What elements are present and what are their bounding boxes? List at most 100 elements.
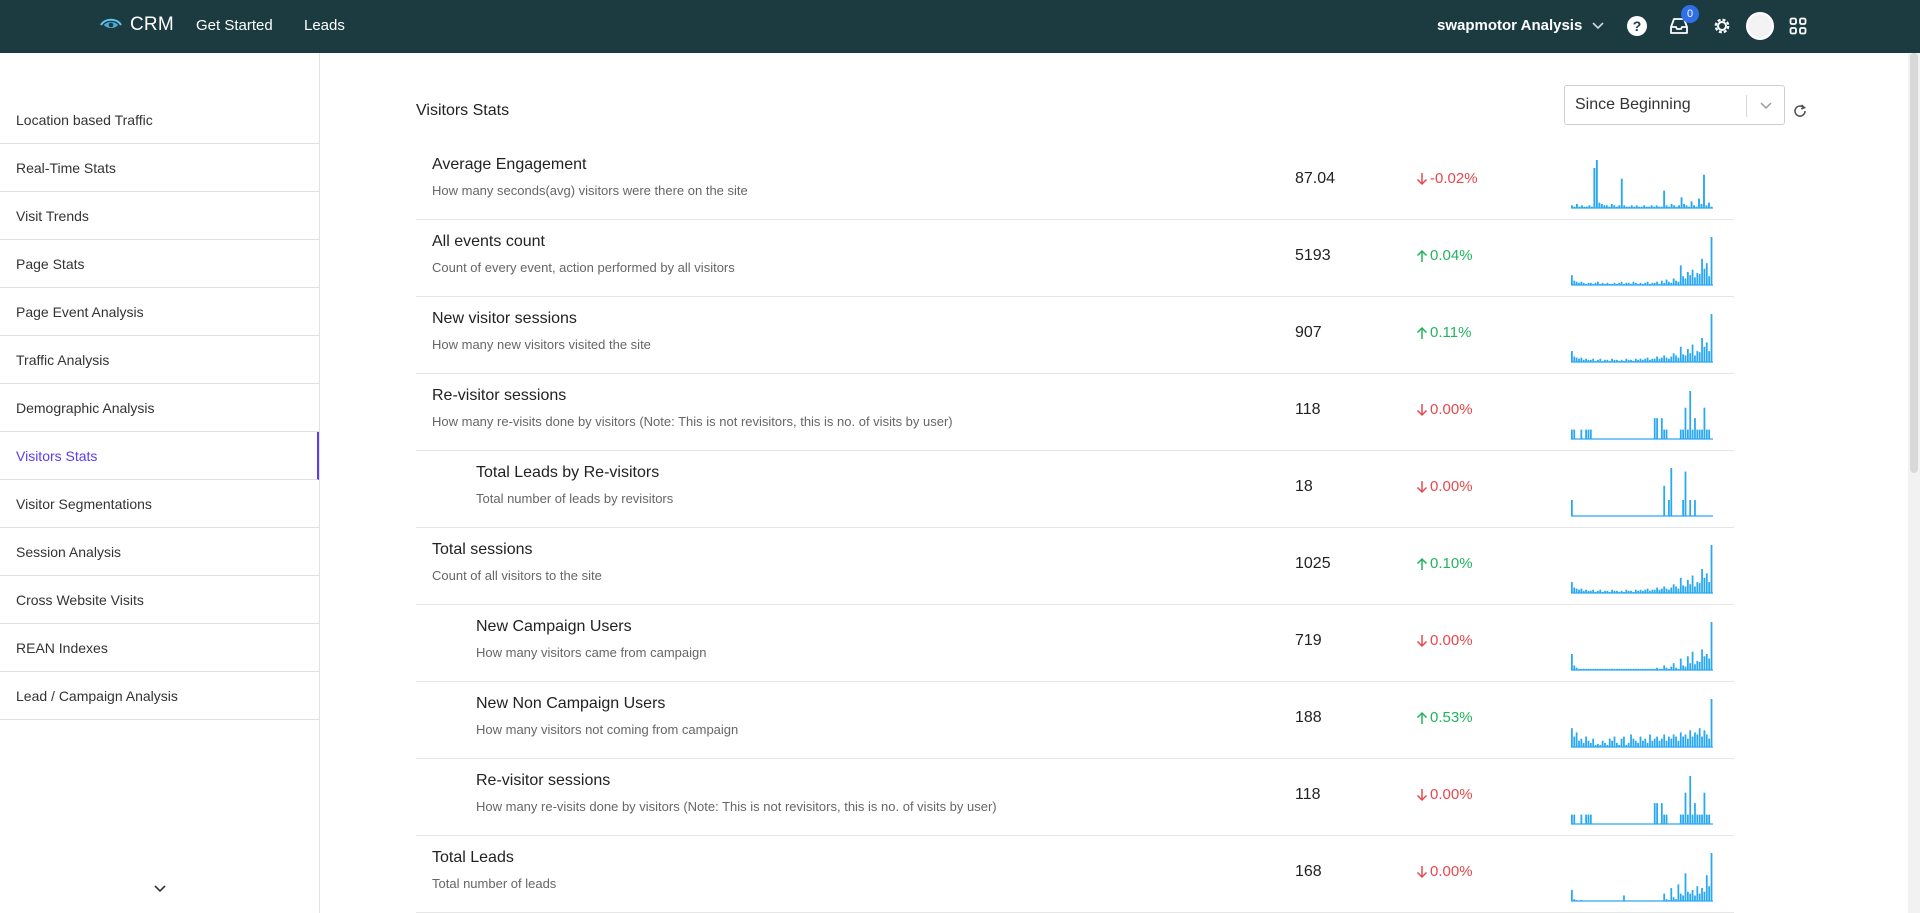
sparkline-bar [1672, 734, 1675, 747]
page-scrollbar[interactable] [1908, 53, 1920, 913]
sparkline-bar [1630, 283, 1632, 285]
account-switcher[interactable]: swapmotor Analysis [1437, 17, 1604, 34]
sidebar-item-location-based-traffic[interactable]: Location based Traffic [0, 96, 319, 144]
sparkline-bar [1613, 282, 1616, 285]
sparkline-bar [1615, 206, 1618, 208]
sparkline-bar [1675, 736, 1677, 747]
metric-value: 18 [1295, 478, 1313, 495]
sparkline-bar [1689, 584, 1692, 593]
sparkline-bar [1571, 814, 1573, 824]
sparkline-bar [1604, 283, 1606, 285]
sidebar-item-label: Page Event Analysis [16, 303, 144, 320]
sparkline-bar [1663, 282, 1666, 285]
sparkline-bar [1694, 586, 1696, 593]
sparkline-bar [1593, 168, 1596, 208]
inbox-icon[interactable]: 0 [1666, 5, 1699, 39]
sparkline-bar [1625, 589, 1628, 593]
metric-value: 5193 [1295, 247, 1331, 264]
metric-description: Count of every event, action performed b… [432, 260, 735, 275]
metric-change: 0.00% [1416, 401, 1473, 418]
sparkline-bar [1677, 357, 1680, 362]
sparkline-bar [1603, 205, 1606, 208]
nav-leads[interactable]: Leads [304, 17, 345, 34]
metric-description: How many visitors not coming from campai… [476, 722, 739, 737]
sparkline-bar [1639, 282, 1642, 285]
sparkline-bar [1689, 275, 1692, 285]
sparkline-bar [1672, 897, 1675, 901]
chevron-down-icon[interactable] [152, 881, 168, 897]
sidebar-item-lead-campaign-analysis[interactable]: Lead / Campaign Analysis [0, 672, 319, 720]
sparkline-bar [1686, 656, 1689, 670]
sparkline-bar [1637, 283, 1640, 285]
metric-value: 87.04 [1295, 170, 1336, 187]
sparkline-bar [1611, 668, 1613, 670]
metric-title: New Campaign Users [476, 618, 632, 635]
sparkline-bar [1571, 275, 1573, 285]
sidebar-item-visitor-segmentations[interactable]: Visitor Segmentations [0, 480, 319, 528]
sparkline-bar [1571, 582, 1573, 593]
sidebar-item-label: Page Stats [16, 255, 85, 272]
brand-logo[interactable]: CRM [100, 14, 174, 36]
sparkline-bar [1650, 205, 1653, 208]
metric-change: -0.02% [1416, 170, 1478, 187]
sparkline-bar [1605, 205, 1608, 208]
sparkline-bar [1700, 204, 1703, 208]
sidebar-item-label: Lead / Campaign Analysis [16, 687, 178, 704]
sidebar-item-visitors-stats[interactable]: Visitors Stats [0, 432, 319, 480]
help-icon[interactable]: ? [1624, 13, 1650, 39]
sparkline-bar [1696, 660, 1699, 670]
sidebar-item-traffic-analysis[interactable]: Traffic Analysis [0, 336, 319, 384]
sparkline-bar [1691, 344, 1694, 362]
sparkline-bar [1646, 742, 1649, 747]
sparkline-bar [1686, 814, 1689, 824]
sparkline-bar [1628, 206, 1631, 208]
sparkline-bar [1599, 589, 1602, 593]
sparkline-bar [1613, 668, 1616, 670]
sidebar-item-session-analysis[interactable]: Session Analysis [0, 528, 319, 576]
sparkline-bar [1710, 699, 1713, 747]
metric-title: Average Engagement [432, 156, 587, 173]
sparkline-bar [1670, 888, 1673, 901]
sparkline-bar [1694, 732, 1696, 747]
sparkline-bar [1653, 206, 1656, 208]
sidebar-item-real-time-stats[interactable]: Real-Time Stats [0, 144, 319, 192]
metric-value: 907 [1295, 324, 1322, 341]
sparkline-bar [1705, 734, 1708, 747]
sparkline-bar [1679, 658, 1682, 670]
sidebar-item-rean-indexes[interactable]: REAN Indexes [0, 624, 319, 672]
scrollbar-thumb[interactable] [1910, 53, 1918, 473]
metric-change-value: -0.02% [1430, 170, 1478, 187]
sidebar-item-visit-trends[interactable]: Visit Trends [0, 192, 319, 240]
sparkline-bar [1710, 237, 1713, 285]
sidebar-item-page-stats[interactable]: Page Stats [0, 240, 319, 288]
table-row: New Non Campaign Users How many visitors … [416, 682, 1734, 759]
refresh-icon[interactable] [1792, 103, 1808, 119]
stats-table: Average Engagement How many seconds(avg) … [416, 143, 1734, 913]
sparkline-bar [1627, 590, 1630, 593]
sparkline-bar [1627, 359, 1630, 362]
sparkline-bar [1643, 205, 1646, 208]
sparkline-bar [1613, 205, 1616, 208]
sidebar-item-page-event-analysis[interactable]: Page Event Analysis [0, 288, 319, 336]
sparkline-bar [1598, 202, 1601, 208]
sparkline-bar [1601, 282, 1604, 285]
sparkline-bar [1620, 668, 1623, 670]
sparkline-bar [1632, 591, 1635, 593]
sparkline-bar [1615, 668, 1618, 670]
nav-get-started[interactable]: Get Started [196, 17, 273, 34]
sparkline-bar [1688, 206, 1690, 208]
sparkline-bar [1683, 204, 1685, 208]
sparkline-bar [1651, 282, 1654, 285]
apps-grid-icon[interactable] [1785, 13, 1811, 39]
user-avatar[interactable] [1746, 12, 1774, 40]
sparkline-bar [1620, 590, 1623, 593]
sparkline-bar [1694, 418, 1696, 439]
sparkline-bar [1670, 587, 1673, 593]
gear-icon[interactable] [1709, 13, 1735, 39]
sidebar-item-cross-website-visits[interactable]: Cross Website Visits [0, 576, 319, 624]
sidebar-item-demographic-analysis[interactable]: Demographic Analysis [0, 384, 319, 432]
sparkline-bar [1665, 740, 1668, 747]
date-range-select[interactable]: Since Beginning [1564, 85, 1785, 125]
sparkline-bar [1587, 359, 1590, 362]
sparkline-bar [1585, 429, 1587, 439]
